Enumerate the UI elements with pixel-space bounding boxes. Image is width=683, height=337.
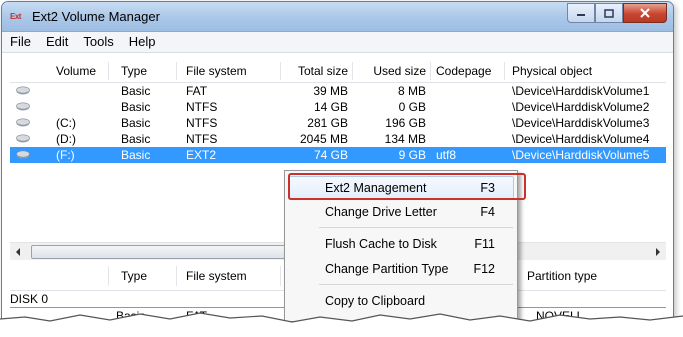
volume-total: 74 GB [313,148,348,162]
window-title: Ext2 Volume Manager [32,9,160,24]
volume-used: 134 MB [384,132,426,146]
volume-used: 0 GB [398,100,426,114]
col-partition-type[interactable]: Partition type [527,262,597,290]
maximize-icon [604,8,614,18]
col-divider[interactable] [176,266,177,286]
col-file-system[interactable]: File system [186,262,247,290]
title-bar[interactable]: Ext Ext2 Volume Manager [2,2,673,32]
col-physical-object[interactable]: Physical object [512,60,592,82]
arrow-right-icon [656,247,660,256]
menu-tools[interactable]: Tools [75,32,120,52]
hard-drive-icon [16,134,30,143]
volume-total: 39 MB [313,84,348,98]
maximize-button[interactable] [595,3,623,23]
scrollbar-thumb[interactable] [31,245,295,259]
menu-edit[interactable]: Edit [38,32,75,52]
minimize-button[interactable] [567,3,595,23]
volume-list[interactable]: Volume Type File system Total size Used … [10,60,666,163]
col-divider[interactable] [176,62,177,80]
menu-item-label: Change Drive Letter [325,205,437,219]
volume-used: 196 GB [385,116,426,130]
menu-separator [319,227,513,228]
volume-used: 9 GB [398,148,426,162]
menu-item-shortcut: F11 [474,237,495,251]
volume-fs: NTFS [186,116,218,130]
menu-file[interactable]: File [2,32,38,52]
volume-object: \Device\HarddiskVolume5 [512,148,650,162]
volume-codepage: utf8 [436,148,457,162]
col-type[interactable]: Type [121,262,147,290]
volume-row[interactable]: Basic FAT 39 MB 8 MB \Device\HarddiskVol… [10,83,666,99]
menu-item-shortcut: F4 [480,205,495,219]
menu-item-flush-cache[interactable]: Flush Cache to Disk F11 [285,233,517,255]
col-type[interactable]: Type [121,60,147,82]
close-button[interactable] [623,3,667,23]
hard-drive-icon [16,118,30,127]
volume-used: 8 MB [397,84,426,98]
volume-fs: EXT2 [186,148,217,162]
volume-name: (D:) [56,132,76,146]
volume-type: Basic [121,132,151,146]
volume-type: Basic [121,148,151,162]
close-icon [640,8,650,18]
menu-item-shortcut: F12 [473,262,495,276]
hard-drive-icon [16,102,30,111]
volume-type: Basic [121,100,151,114]
volume-total: 14 GB [313,100,348,114]
col-codepage[interactable]: Codepage [436,60,491,82]
hard-drive-icon [16,150,30,159]
minimize-icon [577,14,585,16]
volume-object: \Device\HarddiskVolume2 [512,100,650,114]
volume-total: 281 GB [307,116,348,130]
volume-fs: FAT [186,84,208,98]
highlight-callout [288,173,526,200]
col-divider[interactable] [108,62,109,80]
volume-type: Basic [121,116,151,130]
ext2-app-icon: Ext [10,12,21,21]
menu-help[interactable]: Help [121,32,163,52]
volume-name: (C:) [56,116,76,130]
col-used-size[interactable]: Used size [352,60,426,82]
col-divider[interactable] [504,62,505,80]
volume-fs: NTFS [186,132,218,146]
volume-name: (F:) [56,148,75,162]
window-controls [567,3,667,23]
menu-separator [319,284,513,285]
scroll-left-button[interactable] [10,243,26,260]
col-volume[interactable]: Volume [56,60,96,82]
col-total-size[interactable]: Total size [280,60,348,82]
scroll-right-button[interactable] [650,243,666,260]
menu-item-label: Flush Cache to Disk [325,237,437,251]
volume-row[interactable]: Basic NTFS 14 GB 0 GB \Device\HarddiskVo… [10,99,666,115]
menu-item-change-drive-letter[interactable]: Change Drive Letter F4 [285,201,517,223]
menu-bar: File Edit Tools Help [2,32,673,53]
col-divider[interactable] [280,266,281,286]
volume-row-selected[interactable]: (F:) Basic EXT2 74 GB 9 GB utf8 \Device\… [10,147,666,163]
volume-fs: NTFS [186,100,218,114]
col-divider[interactable] [430,62,431,80]
volume-row[interactable]: (C:) Basic NTFS 281 GB 196 GB \Device\Ha… [10,115,666,131]
volume-object: \Device\HarddiskVolume1 [512,84,650,98]
volume-row[interactable]: (D:) Basic NTFS 2045 MB 134 MB \Device\H… [10,131,666,147]
volume-object: \Device\HarddiskVolume3 [512,116,650,130]
volume-object: \Device\HarddiskVolume4 [512,132,650,146]
volume-type: Basic [121,84,151,98]
volume-list-header: Volume Type File system Total size Used … [10,60,666,83]
arrow-left-icon [16,247,20,256]
col-divider[interactable] [108,266,109,286]
volume-total: 2045 MB [299,132,348,146]
hard-drive-icon [16,86,30,95]
menu-item-change-partition-type[interactable]: Change Partition Type F12 [285,258,517,280]
menu-item-label: Change Partition Type [325,262,449,276]
col-file-system[interactable]: File system [186,60,247,82]
torn-paper-edge [0,312,683,337]
